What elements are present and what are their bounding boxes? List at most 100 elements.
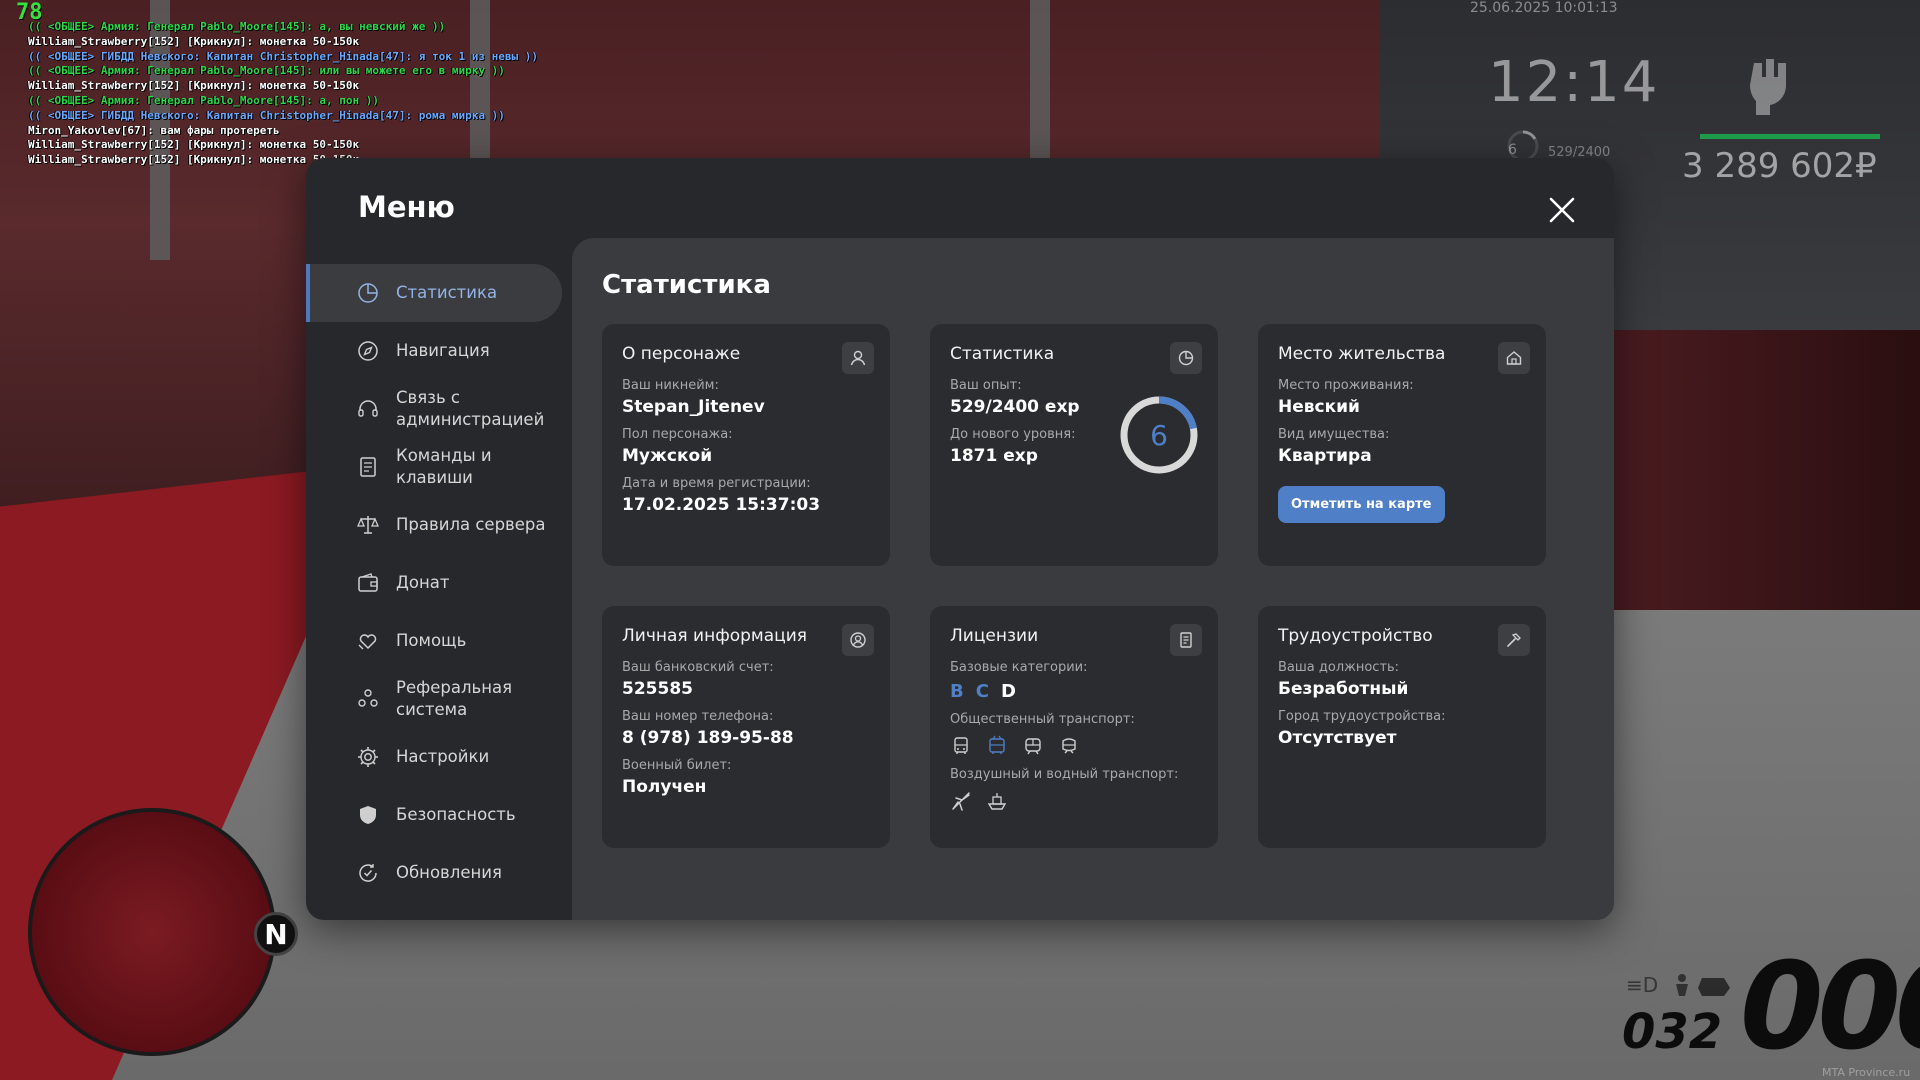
- sidebar-item-label: Связь с администрацией: [396, 388, 545, 429]
- level-number: 6: [1150, 419, 1168, 452]
- menu-sidebar: Статистика Навигация Связь с администрацие…: [306, 264, 564, 902]
- field-label: Вид имущества:: [1278, 427, 1390, 442]
- license-icon: [1170, 624, 1202, 656]
- field-label: Место проживания:: [1278, 378, 1414, 393]
- card-title: Трудоустройство: [1278, 626, 1433, 646]
- boat-icon: [987, 793, 1007, 810]
- refresh-check-icon: [359, 864, 377, 882]
- sidebar-item-8[interactable]: Реферальная система: [306, 670, 564, 728]
- hud-date: 25.06.2025 10:01:13: [1470, 0, 1618, 16]
- field-label: Общественный транспорт:: [950, 712, 1135, 727]
- sidebar-item-10[interactable]: Безопасность: [306, 786, 564, 844]
- sidebar-item-3[interactable]: Связь с администрацией: [306, 380, 564, 438]
- field-label: Военный билет:: [622, 758, 732, 773]
- sidebar-item-label: Реферальная система: [396, 678, 513, 719]
- menu-window: Меню Статистика Навигация Связь с админист…: [306, 158, 1614, 920]
- server-watermark: MTA Province.ru: [1822, 1066, 1911, 1079]
- document-icon: [360, 457, 376, 477]
- card-licenses: Лицензии Базовые категории: BCD Обществе…: [930, 606, 1218, 848]
- trolleybus-icon: [989, 735, 1005, 754]
- chart-pie-icon: [358, 283, 378, 303]
- job-city-value: Отсутствует: [1278, 728, 1397, 748]
- registration-value: 17.02.2025 15:37:03: [622, 495, 821, 515]
- residence-value: Невский: [1278, 397, 1360, 417]
- bus-icon: [954, 737, 968, 754]
- stats-panel: Статистика О персонаже Ваш никнейм: Step…: [572, 238, 1614, 920]
- property-value: Квартира: [1278, 446, 1372, 466]
- public-transport-icons: [950, 735, 1198, 757]
- sidebar-item-label: Правила сервера: [396, 515, 546, 534]
- hammer-icon: [1498, 624, 1530, 656]
- license-category: B: [950, 681, 964, 702]
- chat-line: William_Strawberry[152] [Крикнул]: монет…: [28, 79, 360, 93]
- field-label: Базовые категории:: [950, 660, 1088, 675]
- hud-money: 3 289 602₽: [1682, 146, 1877, 186]
- field-label: Город трудоустройства:: [1278, 709, 1446, 724]
- sidebar-item-7[interactable]: Помощь: [306, 612, 564, 670]
- field-label: Дата и время регистрации:: [622, 476, 811, 491]
- chat-line: (( <ОБЩЕЕ> Армия: Генерал Pablo_Moore[14…: [28, 93, 379, 107]
- train-icon: [1062, 738, 1076, 754]
- vehicle-status-icons: ≡D: [1626, 973, 1730, 997]
- sidebar-item-2[interactable]: Навигация: [306, 322, 564, 380]
- hud-clock: 12:14: [1488, 50, 1660, 115]
- sidebar-item-4[interactable]: Команды и клавиши: [306, 438, 564, 496]
- fuel-readout: 032: [1622, 1004, 1723, 1060]
- hangar-stripe: [1610, 330, 1920, 610]
- field-label: Ваш никнейм:: [622, 378, 719, 393]
- card-statistics: Статистика Ваш опыт: 529/2400 exp До нов…: [930, 324, 1218, 566]
- bank-account-value: 525585: [622, 679, 693, 699]
- gender-value: Мужской: [622, 446, 713, 466]
- heart-hand-icon: [358, 634, 377, 650]
- sidebar-item-label: Команды и клавиши: [396, 446, 492, 487]
- sidebar-item-label: Настройки: [396, 747, 490, 766]
- user-icon: [842, 342, 874, 374]
- minimap: [28, 808, 276, 1056]
- field-label: Ваша должность:: [1278, 660, 1400, 675]
- card-title: Личная информация: [622, 626, 808, 646]
- sidebar-item-label: Статистика: [396, 283, 498, 302]
- tram-icon: [1025, 738, 1041, 755]
- compass-north: N: [254, 912, 298, 956]
- fist-icon: [1750, 59, 1786, 115]
- beam: [1030, 0, 1050, 170]
- chat-line: (( <ОБЩЕЕ> Армия: Генерал Pablo_Moore[14…: [28, 64, 505, 78]
- sidebar-item-1[interactable]: Статистика: [306, 264, 562, 322]
- license-category: D: [1000, 681, 1016, 702]
- shield-icon: [360, 806, 376, 824]
- sidebar-item-11[interactable]: Обновления: [306, 844, 564, 902]
- field-label: Воздушный и водный транспорт:: [950, 767, 1179, 782]
- hud-level: 6: [1508, 142, 1517, 158]
- user-circle-icon: [842, 624, 874, 656]
- scales-icon: [357, 516, 379, 534]
- air-water-transport-icons: [950, 790, 1198, 812]
- card-title: Место жительства: [1278, 344, 1446, 364]
- wallet-icon: [358, 573, 378, 592]
- gear-icon: [358, 747, 378, 767]
- level-progress-ring: 6: [1120, 396, 1198, 474]
- sidebar-item-label: Помощь: [396, 631, 467, 650]
- card-title: Лицензии: [950, 626, 1039, 646]
- compass-icon: [358, 341, 378, 361]
- card-title: Статистика: [950, 344, 1055, 364]
- sidebar-item-label: Безопасность: [396, 805, 516, 824]
- people-icon: [358, 689, 378, 707]
- mark-on-map-button[interactable]: Отметить на карте: [1278, 486, 1445, 523]
- sidebar-item-9[interactable]: Настройки: [306, 728, 564, 786]
- sidebar-item-5[interactable]: Правила сервера: [306, 496, 564, 554]
- military-id-value: Получен: [622, 777, 707, 797]
- card-title: О персонаже: [622, 344, 741, 364]
- sidebar-item-label: Навигация: [396, 341, 490, 360]
- nickname-value: Stepan_Jitenev: [622, 397, 765, 417]
- job-position-value: Безработный: [1278, 679, 1409, 699]
- close-icon[interactable]: [1546, 194, 1578, 226]
- card-personal: Личная информация Ваш банковский счет: 5…: [602, 606, 890, 848]
- chat-line: (( <ОБЩЕЕ> ГИБДД Невского: Капитан Chris…: [28, 108, 505, 122]
- chat-line: (( <ОБЩЕЕ> Армия: Генерал Pablo_Moore[14…: [28, 20, 446, 33]
- headset-icon: [358, 400, 378, 417]
- speedometer: 000: [1740, 938, 1920, 1077]
- field-label: Пол персонажа:: [622, 427, 733, 442]
- sidebar-item-label: Донат: [396, 573, 450, 592]
- card-employment: Трудоустройство Ваша должность: Безработ…: [1258, 606, 1546, 848]
- sidebar-item-6[interactable]: Донат: [306, 554, 564, 612]
